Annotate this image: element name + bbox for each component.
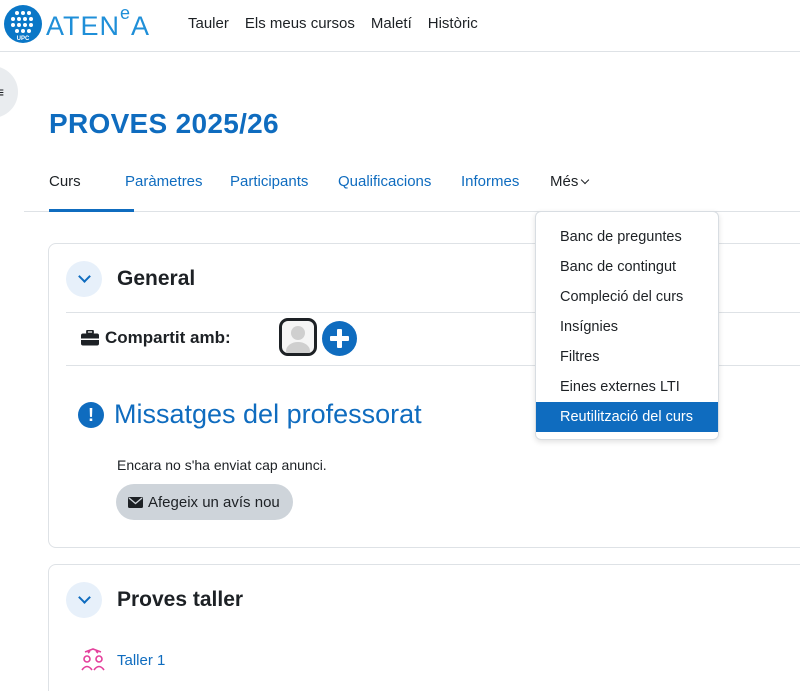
brand-tail: A xyxy=(131,11,151,41)
exclamation-icon: ! xyxy=(78,402,104,428)
tab-reports[interactable]: Informes xyxy=(461,173,519,190)
section-proves-taller xyxy=(48,564,800,691)
tab-settings[interactable]: Paràmetres xyxy=(125,173,203,190)
workshop-icon xyxy=(81,648,105,671)
tab-more-label: Més xyxy=(550,173,579,190)
announcements-link[interactable]: Missatges del professorat xyxy=(114,399,422,430)
plus-icon[interactable] xyxy=(322,321,357,356)
menu-item-badges[interactable]: Insígnies xyxy=(536,312,718,342)
more-dropdown-menu: Banc de preguntes Banc de contingut Comp… xyxy=(535,211,719,440)
menu-item-lti-tools[interactable]: Eines externes LTI xyxy=(536,372,718,402)
upc-logo[interactable]: UPC xyxy=(4,5,42,43)
logo-text: UPC xyxy=(17,36,30,42)
add-announcement-button[interactable]: Afegeix un avís nou xyxy=(116,484,293,520)
menu-item-content-bank[interactable]: Banc de contingut xyxy=(536,252,718,282)
envelope-icon xyxy=(128,496,143,508)
nav-briefcase[interactable]: Maletí xyxy=(363,15,420,32)
tab-course[interactable]: Curs xyxy=(49,173,81,190)
brand-name: ATEN xyxy=(46,11,121,41)
chevron-down-icon xyxy=(78,270,91,283)
menu-item-filters[interactable]: Filtres xyxy=(536,342,718,372)
course-index-toggle[interactable]: ≡ xyxy=(0,66,18,118)
top-navbar: UPC ATENeA Tauler Els meus cursos Maletí… xyxy=(0,0,800,52)
section-title-general: General xyxy=(117,267,196,290)
user-avatar-icon[interactable] xyxy=(279,318,317,356)
hamburger-icon: ≡ xyxy=(0,85,4,99)
upc-logo-dots: UPC xyxy=(11,11,33,42)
primary-navigation: Tauler Els meus cursos Maletí Històric xyxy=(180,15,486,32)
activity-link-taller-1[interactable]: Taller 1 xyxy=(117,652,165,669)
nav-history[interactable]: Històric xyxy=(420,15,486,32)
menu-item-course-completion[interactable]: Compleció del curs xyxy=(536,282,718,312)
chevron-down-icon xyxy=(78,591,91,604)
nav-dashboard[interactable]: Tauler xyxy=(180,15,237,32)
briefcase-icon xyxy=(81,330,99,346)
collapse-section-proves-taller[interactable] xyxy=(66,582,102,618)
section-title-proves-taller: Proves taller xyxy=(117,588,244,611)
active-tab-indicator xyxy=(49,209,134,212)
nav-my-courses[interactable]: Els meus cursos xyxy=(237,15,363,32)
tab-grades[interactable]: Qualificacions xyxy=(338,173,431,190)
site-brand[interactable]: ATENeA xyxy=(46,3,151,42)
menu-item-question-bank[interactable]: Banc de preguntes xyxy=(536,222,718,252)
menu-item-course-reuse[interactable]: Reutilització del curs xyxy=(536,402,718,432)
tab-more[interactable]: Més xyxy=(550,173,590,190)
brand-suffix: e xyxy=(120,3,132,23)
page-title: PROVES 2025/26 xyxy=(49,108,279,139)
no-announcements-text: Encara no s'ha enviat cap anunci. xyxy=(117,457,327,473)
add-announcement-label: Afegeix un avís nou xyxy=(148,493,280,511)
chevron-down-icon xyxy=(581,175,590,185)
shared-with-label: Compartit amb: xyxy=(105,328,231,347)
shared-with: Compartit amb: xyxy=(81,328,231,348)
tab-participants[interactable]: Participants xyxy=(230,173,308,190)
secondary-navigation: Curs Paràmetres Participants Qualificaci… xyxy=(24,163,800,212)
collapse-section-general[interactable] xyxy=(66,261,102,297)
